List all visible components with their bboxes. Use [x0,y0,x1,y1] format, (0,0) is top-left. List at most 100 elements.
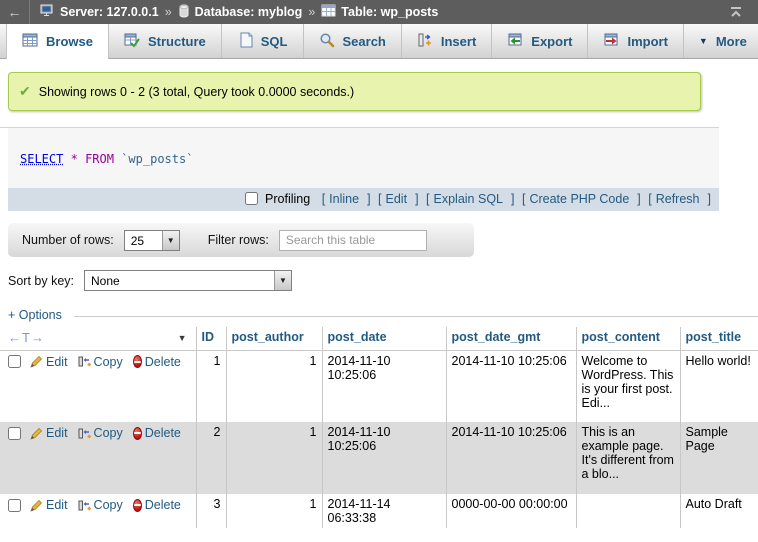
with-selected-icon[interactable]: ▼ [178,333,191,343]
sort-by-key-value: None [85,271,274,290]
tab-import[interactable]: Import [588,24,683,58]
success-check-icon: ✔ [19,83,31,100]
cell-post-title: Sample Page [680,422,758,494]
header-row: ←T→ ▼ ID post_author post_date post_date… [0,327,758,350]
bracket: ] [637,192,640,206]
row-checkbox[interactable] [8,427,21,440]
sql-keyword-select[interactable]: SELECT [20,152,63,166]
copy-icon [78,355,91,368]
delete-link[interactable]: Delete [145,355,181,369]
tab-search[interactable]: Search [304,24,402,58]
database-label: Database: myblog [195,5,303,19]
column-header-post-content[interactable]: post_content [576,327,680,350]
inline-link[interactable]: Inline [329,192,359,206]
column-header-id[interactable]: ID [196,327,226,350]
bracket: [ [648,192,651,206]
server-label: Server: 127.0.0.1 [60,5,159,19]
results-table: ←T→ ▼ ID post_author post_date post_date… [0,327,758,528]
tab-export[interactable]: Export [492,24,588,58]
tab-structure[interactable]: Structure [109,24,222,58]
query-toolbar: Profiling [Inline] [Edit] [Explain SQL] … [8,188,719,211]
table-icon [321,4,336,20]
copy-link[interactable]: Copy [94,355,123,369]
sql-query-box: SELECT * FROM `wp_posts` Profiling [Inli… [8,128,719,211]
delete-link[interactable]: Delete [145,426,181,440]
edit-link[interactable]: Edit [46,426,68,440]
cell-post-title: Auto Draft [680,494,758,528]
breadcrumb-server[interactable]: Server: 127.0.0.1 [40,4,159,21]
column-header-post-date[interactable]: post_date [322,327,446,350]
sql-keyword-from: FROM [85,152,114,166]
chevron-down-icon: ▼ [699,36,708,46]
breadcrumb-database[interactable]: Database: myblog [178,4,303,21]
success-message-text: Showing rows 0 - 2 (3 total, Query took … [39,85,354,99]
search-icon [319,32,335,51]
row-checkbox[interactable] [8,499,21,512]
fieldset-border [74,316,758,317]
row-actions-cell: Edit Copy Delete [0,494,196,528]
delete-link[interactable]: Delete [145,498,181,512]
options-toggle-link[interactable]: + Options [8,308,62,322]
sort-by-key-label: Sort by key: [8,274,74,288]
cell-post-date: 2014-11-14 06:33:38 [322,494,446,528]
row-checkbox[interactable] [8,355,21,368]
breadcrumb: Server: 127.0.0.1 » Database: myblog » T… [30,4,714,21]
create-php-code-link[interactable]: Create PHP Code [529,192,629,206]
cell-post-date: 2014-11-10 10:25:06 [322,422,446,494]
tab-label: Search [343,34,386,49]
delete-icon [133,427,142,440]
breadcrumb-bar: ← Server: 127.0.0.1 » Database: myblog »… [0,0,758,24]
bracket: [ [522,192,525,206]
bracket: ] [511,192,514,206]
column-move-icon[interactable]: ←T→ [8,330,45,345]
database-icon [178,4,190,21]
breadcrumb-table[interactable]: Table: wp_posts [321,4,438,20]
edit-pencil-icon [30,427,43,440]
sql-icon [237,32,253,51]
back-icon[interactable]: ← [0,0,30,24]
cell-id: 1 [196,350,226,422]
cell-post-date-gmt: 2014-11-10 10:25:06 [446,350,576,422]
cell-post-title: Hello world! [680,350,758,422]
cell-post-date-gmt: 0000-00-00 00:00:00 [446,494,576,528]
cell-id: 3 [196,494,226,528]
breadcrumb-separator: » [165,5,172,19]
copy-link[interactable]: Copy [94,426,123,440]
filter-rows-input[interactable] [279,230,427,251]
select-arrow-icon: ▼ [162,231,179,250]
number-of-rows-label: Number of rows: [22,233,114,247]
server-icon [40,4,55,21]
tab-more[interactable]: ▼ More [684,24,758,58]
bracket: ] [708,192,711,206]
tab-insert[interactable]: Insert [402,24,492,58]
select-arrow-icon: ▼ [274,271,291,290]
cell-post-author: 1 [226,494,322,528]
sql-table-name: `wp_posts` [121,152,193,166]
sort-row: Sort by key: None ▼ [8,270,758,291]
edit-link[interactable]: Edit [46,498,68,512]
tab-browse[interactable]: Browse [6,24,109,59]
sort-by-key-select[interactable]: None ▼ [84,270,292,291]
tab-sql[interactable]: SQL [222,24,304,58]
rows-per-page-select[interactable]: 25 ▼ [124,230,180,251]
import-icon [603,32,619,51]
collapse-icon[interactable] [714,6,758,18]
copy-link[interactable]: Copy [94,498,123,512]
tab-label: SQL [261,34,288,49]
rows-per-page-value: 25 [125,231,162,250]
rows-control-bar: Number of rows: 25 ▼ Filter rows: [8,223,474,257]
success-message: ✔ Showing rows 0 - 2 (3 total, Query too… [8,72,701,111]
edit-link[interactable]: Edit [46,355,68,369]
tab-label: Import [627,34,667,49]
profiling-label: Profiling [265,192,310,206]
column-header-post-date-gmt[interactable]: post_date_gmt [446,327,576,350]
refresh-link[interactable]: Refresh [656,192,700,206]
bracket: ] [367,192,370,206]
tab-label: Export [531,34,572,49]
export-icon [507,32,523,51]
profiling-checkbox[interactable] [245,192,258,205]
explain-sql-link[interactable]: Explain SQL [434,192,503,206]
column-header-post-title[interactable]: post_title [680,327,758,350]
column-header-post-author[interactable]: post_author [226,327,322,350]
edit-query-link[interactable]: Edit [386,192,408,206]
